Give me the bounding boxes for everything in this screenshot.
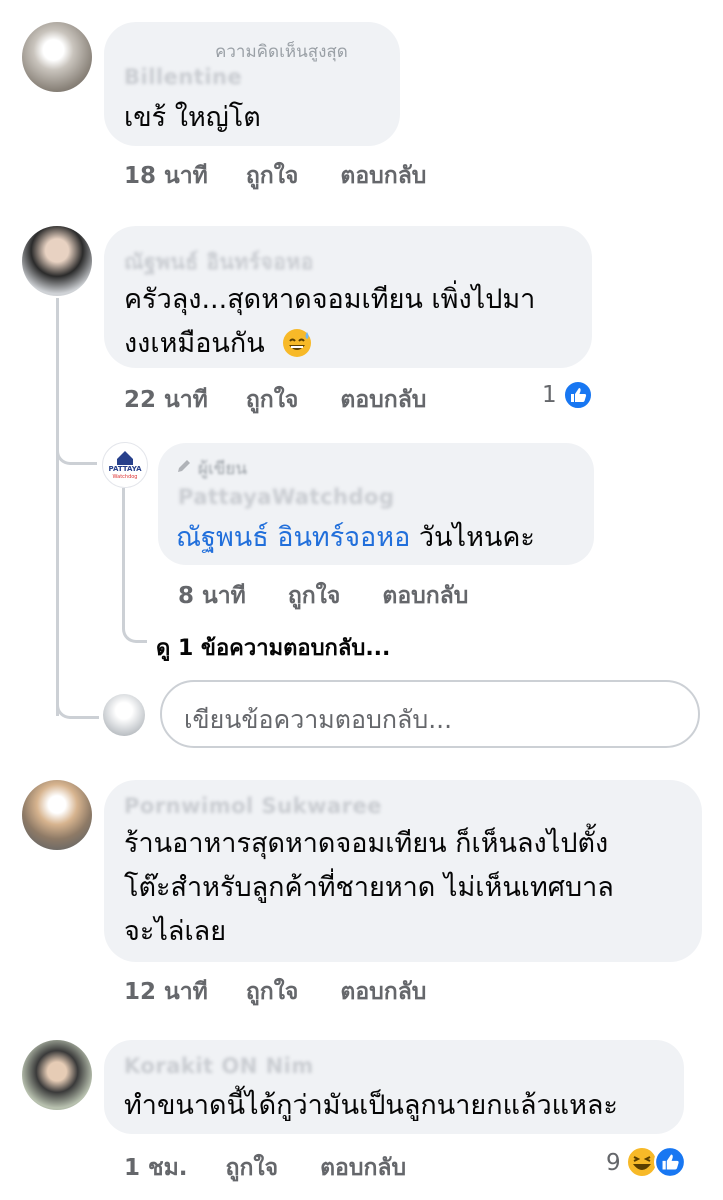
comment-text: ร้านอาหารสุดหาดจอมเทียน ก็เห็นลงไปตั้ง bbox=[124, 828, 609, 859]
like-button[interactable]: ถูกใจ bbox=[246, 382, 299, 418]
comment-author[interactable]: ณัฐพนธ์ อินทร์จอหอ bbox=[124, 246, 314, 279]
comment-text: งงเหมือนกัน bbox=[124, 328, 265, 359]
comment-meta: 12 นาที ถูกใจ ตอบกลับ bbox=[124, 974, 426, 1010]
comment-text: จะไล่เลย bbox=[124, 916, 227, 947]
comment-author[interactable]: Korakit ON Nim bbox=[124, 1054, 314, 1078]
avatar[interactable] bbox=[22, 22, 92, 92]
like-button[interactable]: ถูกใจ bbox=[288, 578, 341, 614]
reaction-count[interactable]: 9 bbox=[606, 1150, 621, 1176]
author-badge: ผู้เขียน bbox=[198, 459, 247, 479]
sweat-smile-emoji bbox=[282, 328, 312, 358]
comment-text: ทำขนาดนี้ได้กูว่ามันเป็นลูกนายกแล้วแหละ bbox=[124, 1090, 618, 1121]
comment-meta: 8 นาที ถูกใจ ตอบกลับ bbox=[178, 578, 468, 614]
comment-text: เขร้ ใหญ่โต bbox=[124, 102, 261, 133]
reply-button[interactable]: ตอบกลับ bbox=[320, 1150, 406, 1186]
avatar[interactable] bbox=[22, 1040, 92, 1110]
timestamp[interactable]: 18 นาที bbox=[124, 158, 208, 194]
reply-button[interactable]: ตอบกลับ bbox=[340, 382, 426, 418]
reply-button[interactable]: ตอบกลับ bbox=[340, 974, 426, 1010]
comment-meta: 22 นาที ถูกใจ ตอบกลับ bbox=[124, 382, 426, 418]
thread-line bbox=[122, 488, 125, 628]
timestamp[interactable]: 22 นาที bbox=[124, 382, 208, 418]
avatar[interactable] bbox=[22, 780, 92, 850]
page-avatar-text: PATTAYA bbox=[108, 465, 142, 473]
thread-branch bbox=[56, 430, 97, 465]
comment-meta: 1 ชม. ถูกใจ ตอบกลับ bbox=[124, 1150, 406, 1186]
reply-input[interactable]: เขียนข้อความตอบกลับ... bbox=[160, 680, 700, 748]
reaction-count[interactable]: 1 bbox=[542, 382, 557, 408]
top-commenter-badge: ความคิดเห็นสูงสุด bbox=[215, 42, 348, 62]
current-user-avatar[interactable] bbox=[103, 694, 145, 736]
comment-text: โต๊ะสำหรับลูกค้าที่ชายหาด ไม่เห็นเทศบาล bbox=[124, 872, 614, 903]
reply-button[interactable]: ตอบกลับ bbox=[382, 578, 468, 614]
comment-author[interactable]: PattayaWatchdog bbox=[178, 485, 394, 509]
page-avatar[interactable]: PATTAYA Watchdog bbox=[102, 442, 148, 488]
mention-link[interactable]: ณัฐพนธ์ อินทร์จอหอ bbox=[176, 522, 410, 553]
like-reaction-icon[interactable] bbox=[563, 380, 593, 410]
timestamp[interactable]: 12 นาที bbox=[124, 974, 208, 1010]
page-avatar-subtext: Watchdog bbox=[112, 474, 138, 480]
comment-author[interactable]: Pornwimol Sukwaree bbox=[124, 794, 382, 818]
like-button[interactable]: ถูกใจ bbox=[226, 1150, 279, 1186]
view-replies-link[interactable]: ดู 1 ข้อความตอบกลับ... bbox=[156, 630, 390, 665]
reply-button[interactable]: ตอบกลับ bbox=[340, 158, 426, 194]
comment-text: ครัวลุง...สุดหาดจอมเทียน เพิ่งไปมา bbox=[124, 284, 536, 315]
reply-text: วันไหนคะ bbox=[410, 522, 535, 553]
pencil-icon bbox=[176, 458, 192, 474]
like-button[interactable]: ถูกใจ bbox=[246, 158, 299, 194]
thread-line bbox=[56, 298, 59, 716]
timestamp[interactable]: 8 นาที bbox=[178, 578, 246, 614]
comment-text: ณัฐพนธ์ อินทร์จอหอ วันไหนคะ bbox=[176, 514, 535, 561]
thread-branch bbox=[122, 620, 147, 643]
thread-branch bbox=[56, 686, 99, 719]
like-reaction-icon[interactable] bbox=[654, 1146, 686, 1178]
reply-input-placeholder: เขียนข้อความตอบกลับ... bbox=[184, 705, 453, 734]
like-button[interactable]: ถูกใจ bbox=[246, 974, 299, 1010]
comment-author[interactable]: Billentine bbox=[124, 65, 242, 89]
comment-meta: 18 นาที ถูกใจ ตอบกลับ bbox=[124, 158, 426, 194]
timestamp[interactable]: 1 ชม. bbox=[124, 1150, 188, 1186]
avatar[interactable] bbox=[22, 226, 92, 296]
